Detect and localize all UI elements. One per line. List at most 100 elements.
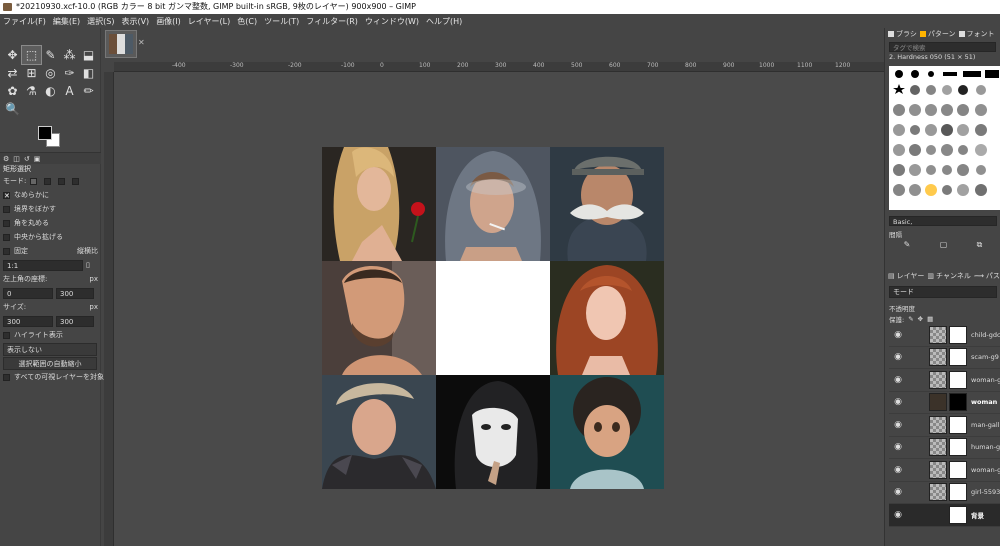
menu-filters[interactable]: フィルター(R) (306, 16, 358, 27)
text-tool-icon[interactable]: A (60, 82, 79, 100)
layer-row[interactable]: ◉ human-g (889, 437, 1000, 459)
device-status-tab-icon[interactable]: ◫ (13, 155, 20, 163)
visibility-eye-icon[interactable]: ◉ (889, 420, 907, 430)
layer-row[interactable]: ◉ 背景 (889, 504, 1000, 527)
layer-row[interactable]: ◉ girl-5593 (889, 482, 1000, 504)
lock-position-icon[interactable]: ✥ (918, 315, 923, 323)
visibility-eye-icon[interactable]: ◉ (889, 330, 907, 340)
menu-tools[interactable]: ツール(T) (264, 16, 299, 27)
layer-name[interactable]: woman (971, 398, 1000, 406)
rect-select-tool-icon[interactable]: ⬚ (21, 45, 42, 65)
ratio-orientation-icon[interactable]: ▯ (86, 261, 90, 269)
layer-name[interactable]: girl-5593 (971, 488, 1000, 496)
merged-checkbox[interactable] (3, 373, 10, 381)
warp-tool-icon[interactable]: ⊞ (22, 64, 41, 82)
lock-pixels-icon[interactable]: ✎ (908, 315, 913, 323)
heal-tool-icon[interactable]: ✿ (3, 82, 22, 100)
photo-collage[interactable] (322, 147, 664, 489)
bucket-fill-tool-icon[interactable]: ◎ (41, 64, 60, 82)
position-y-field[interactable]: 300 (56, 287, 94, 299)
color-picker-tool-icon[interactable]: ✏ (79, 82, 98, 100)
menu-file[interactable]: ファイル(F) (3, 16, 46, 27)
menu-windows[interactable]: ウィンドウ(W) (365, 16, 419, 27)
brush-grid[interactable] (889, 66, 1000, 210)
feather-checkbox[interactable] (3, 205, 10, 213)
size-unit[interactable]: px (89, 303, 98, 311)
smudge-tool-icon[interactable]: ⚗ (22, 82, 41, 100)
visibility-eye-icon[interactable]: ◉ (889, 397, 907, 407)
size-width-field[interactable]: 300 (3, 315, 53, 327)
foreground-color-swatch[interactable] (38, 126, 52, 140)
layer-row[interactable]: ◉ child-gdc (889, 324, 1000, 347)
merged-row[interactable]: すべての可視レイヤーを対象に (0, 370, 111, 384)
menu-help[interactable]: ヘルプ(H) (426, 16, 462, 27)
eraser-tool-icon[interactable]: ◧ (79, 64, 98, 82)
feather-row[interactable]: 境界をぼかす (0, 202, 101, 216)
tab-channels[interactable]: ▥ チャンネル (927, 271, 970, 281)
dodge-tool-icon[interactable]: ◐ (41, 82, 60, 100)
tab-fonts[interactable]: フォント (958, 29, 995, 39)
menu-edit[interactable]: 編集(E) (53, 16, 80, 27)
layer-name[interactable]: scam-g9 (971, 353, 1000, 361)
new-brush-icon[interactable]: ▢ (940, 240, 948, 254)
zoom-tool-icon[interactable]: 🔍 (3, 100, 22, 118)
edit-brush-icon[interactable]: ✎ (904, 240, 911, 254)
visibility-eye-icon[interactable]: ◉ (889, 487, 907, 497)
menu-layer[interactable]: レイヤー(L) (188, 16, 230, 27)
layer-name[interactable]: child-gdc (971, 331, 1000, 339)
undo-history-tab-icon[interactable]: ↺ (24, 155, 30, 163)
layer-name[interactable]: woman-g (971, 466, 1000, 474)
rounded-checkbox[interactable] (3, 219, 10, 227)
layer-name[interactable]: man-galli (971, 421, 1000, 429)
antialias-checkbox[interactable]: ✕ (3, 191, 10, 199)
image-tab[interactable] (105, 30, 137, 58)
layer-name[interactable]: woman-g (971, 376, 1000, 384)
tab-paths[interactable]: ⟿ パス (974, 271, 1000, 281)
paintbrush-tool-icon[interactable]: ✑ (60, 64, 79, 82)
layer-row[interactable]: ◉ scam-g9 (889, 347, 1000, 369)
layer-row[interactable]: ◉ woman-g (889, 369, 1000, 392)
menu-select[interactable]: 選択(S) (87, 16, 114, 27)
layer-mode-select[interactable]: モード (889, 286, 997, 298)
close-tab-icon[interactable]: ✕ (138, 38, 145, 47)
tab-patterns[interactable]: パターン (919, 29, 956, 39)
size-height-field[interactable]: 300 (56, 315, 94, 327)
visibility-eye-icon[interactable]: ◉ (889, 465, 907, 475)
fg-bg-colors[interactable] (38, 126, 64, 148)
menu-colors[interactable]: 色(C) (237, 16, 257, 27)
visibility-eye-icon[interactable]: ◉ (889, 510, 907, 520)
lasso-tool-icon[interactable]: ✎ (41, 46, 60, 64)
fuzzy-select-tool-icon[interactable]: ⁂ (60, 46, 79, 64)
expand-center-row[interactable]: 中央から拡げる (0, 230, 101, 244)
ratio-field[interactable]: 1:1 (3, 259, 83, 271)
mode-intersect-icon[interactable] (72, 177, 80, 185)
menu-image[interactable]: 画像(I) (156, 16, 181, 27)
fixed-checkbox[interactable] (3, 247, 10, 255)
layer-row[interactable]: ◉ man-galli (889, 414, 1000, 437)
layer-name[interactable]: human-g (971, 443, 1000, 451)
brush-tags-field[interactable]: Basic, (889, 216, 997, 226)
highlight-row[interactable]: ハイライト表示 (0, 328, 101, 342)
mode-subtract-icon[interactable] (58, 177, 66, 185)
mode-add-icon[interactable] (44, 177, 52, 185)
position-unit[interactable]: px (89, 275, 98, 283)
antialias-row[interactable]: ✕ なめらかに (0, 188, 101, 202)
brush-tag-filter[interactable]: タグで検索 (889, 42, 996, 52)
duplicate-brush-icon[interactable]: ⧉ (977, 240, 983, 254)
lock-alpha-icon[interactable]: ▦ (927, 315, 933, 323)
layer-row[interactable]: ◉ woman-g (889, 459, 1000, 482)
layer-row[interactable]: ◉ woman (889, 392, 1000, 414)
crop-tool-icon[interactable]: ⬓ (79, 46, 98, 64)
fixed-mode-select[interactable]: 縦横比 (77, 246, 98, 256)
visibility-eye-icon[interactable]: ◉ (889, 375, 907, 385)
guides-select[interactable]: 表示しない (3, 342, 97, 356)
move-tool-icon[interactable]: ✥ (3, 46, 22, 64)
tab-layers[interactable]: ▤ レイヤー (888, 271, 924, 281)
tool-options-tab-icon[interactable]: ⚙ (3, 155, 9, 163)
position-x-field[interactable]: 0 (3, 287, 53, 299)
transform-tool-icon[interactable]: ⇄ (3, 64, 22, 82)
layer-name[interactable]: 背景 (971, 510, 1000, 520)
fixed-row[interactable]: 固定 縦横比 (0, 244, 101, 258)
visibility-eye-icon[interactable]: ◉ (889, 352, 907, 362)
menu-view[interactable]: 表示(V) (121, 16, 149, 27)
